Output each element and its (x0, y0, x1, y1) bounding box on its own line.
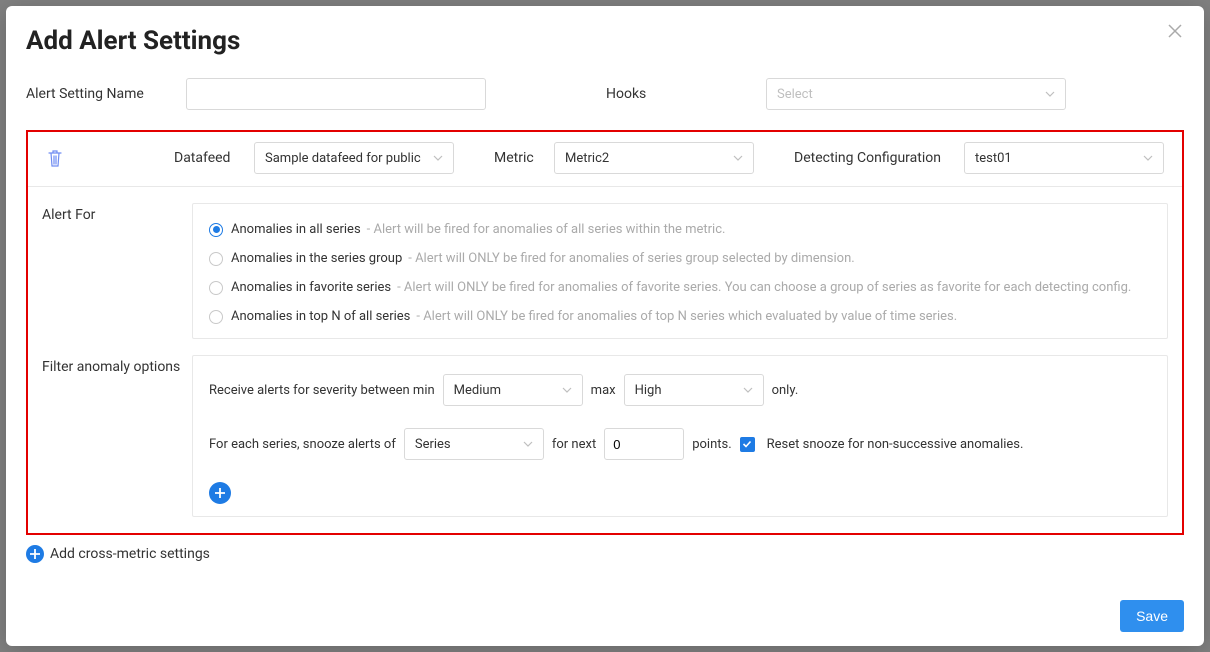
hooks-placeholder: Select (777, 87, 813, 102)
alert-for-label: Alert For (42, 203, 192, 339)
datafeed-select[interactable]: Sample datafeed for public (254, 142, 454, 174)
snooze-mid: for next (552, 437, 596, 452)
filter-card: Receive alerts for severity between min … (192, 355, 1168, 517)
snooze-scope-select[interactable]: Series (404, 428, 544, 460)
severity-suffix: only. (772, 383, 799, 398)
chevron-down-icon (1045, 89, 1055, 99)
snooze-line: For each series, snooze alerts of Series… (209, 428, 1151, 460)
add-filter-button[interactable] (209, 482, 231, 504)
chevron-down-icon (1143, 153, 1153, 163)
option-desc: - Alert will ONLY be fired for anomalies… (416, 309, 957, 324)
alert-name-label: Alert Setting Name (26, 86, 186, 102)
severity-mid: max (591, 383, 616, 398)
option-desc: - Alert will ONLY be fired for anomalies… (397, 280, 1131, 295)
severity-prefix: Receive alerts for severity between min (209, 383, 435, 398)
detecting-config-label: Detecting Configuration (794, 150, 964, 166)
datafeed-label: Datafeed (174, 150, 254, 166)
severity-min-select[interactable]: Medium (443, 374, 583, 406)
modal-title: Add Alert Settings (26, 26, 1184, 56)
save-button[interactable]: Save (1120, 600, 1184, 632)
detecting-config-select[interactable]: test01 (964, 142, 1164, 174)
close-icon[interactable] (1168, 24, 1182, 38)
alert-for-option-series-group[interactable]: Anomalies in the series group - Alert wi… (209, 251, 1151, 266)
option-desc: - Alert will ONLY be fired for anomalies… (408, 251, 854, 266)
plus-icon (26, 545, 44, 563)
severity-line: Receive alerts for severity between min … (209, 374, 1151, 406)
severity-min-value: Medium (454, 383, 501, 398)
chevron-down-icon (562, 385, 572, 395)
option-title: Anomalies in all series (231, 222, 361, 237)
modal-add-alert-settings: Add Alert Settings Alert Setting Name Ho… (6, 6, 1204, 646)
hooks-select[interactable]: Select (766, 78, 1066, 110)
radio-icon (209, 252, 223, 266)
radio-icon (209, 223, 223, 237)
snooze-prefix: For each series, snooze alerts of (209, 437, 396, 452)
option-title: Anomalies in top N of all series (231, 309, 410, 324)
modal-footer: Save (26, 592, 1184, 632)
alert-for-option-favorite-series[interactable]: Anomalies in favorite series - Alert wil… (209, 280, 1151, 295)
reset-snooze-checkbox[interactable] (740, 437, 755, 452)
add-cross-metric-button[interactable]: Add cross-metric settings (26, 545, 1184, 563)
row-name-hooks: Alert Setting Name Hooks Select (26, 78, 1184, 110)
alert-for-option-top-n[interactable]: Anomalies in top N of all series - Alert… (209, 309, 1151, 324)
alert-for-option-all-series[interactable]: Anomalies in all series - Alert will be … (209, 222, 1151, 237)
option-title: Anomalies in the series group (231, 251, 402, 266)
option-title: Anomalies in favorite series (231, 280, 391, 295)
add-cross-metric-label: Add cross-metric settings (50, 546, 210, 562)
severity-max-value: High (635, 383, 662, 398)
metric-label: Metric (494, 150, 554, 166)
metric-value: Metric2 (565, 151, 609, 166)
chevron-down-icon (523, 439, 533, 449)
metric-select[interactable]: Metric2 (554, 142, 754, 174)
config-top-row: Datafeed Sample datafeed for public Metr… (28, 132, 1182, 187)
hooks-label: Hooks (606, 86, 766, 102)
snooze-suffix: points. (692, 437, 731, 452)
trash-icon[interactable] (46, 148, 64, 168)
snooze-scope-value: Series (415, 437, 451, 452)
radio-icon (209, 310, 223, 324)
filter-section: Filter anomaly options Receive alerts fo… (28, 355, 1182, 533)
detecting-config-value: test01 (975, 151, 1012, 166)
radio-icon (209, 281, 223, 295)
alert-for-card: Anomalies in all series - Alert will be … (192, 203, 1168, 339)
severity-max-select[interactable]: High (624, 374, 764, 406)
alert-name-input[interactable] (186, 78, 486, 110)
alert-for-section: Alert For Anomalies in all series - Aler… (28, 187, 1182, 355)
chevron-down-icon (733, 153, 743, 163)
snooze-points-input[interactable] (604, 428, 684, 460)
chevron-down-icon (433, 153, 443, 163)
reset-snooze-label: Reset snooze for non-successive anomalie… (767, 437, 1024, 452)
datafeed-value: Sample datafeed for public (265, 151, 421, 166)
filter-label: Filter anomaly options (42, 355, 192, 517)
chevron-down-icon (743, 385, 753, 395)
option-desc: - Alert will be fired for anomalies of a… (367, 222, 726, 237)
highlighted-settings-panel: Datafeed Sample datafeed for public Metr… (26, 130, 1184, 535)
